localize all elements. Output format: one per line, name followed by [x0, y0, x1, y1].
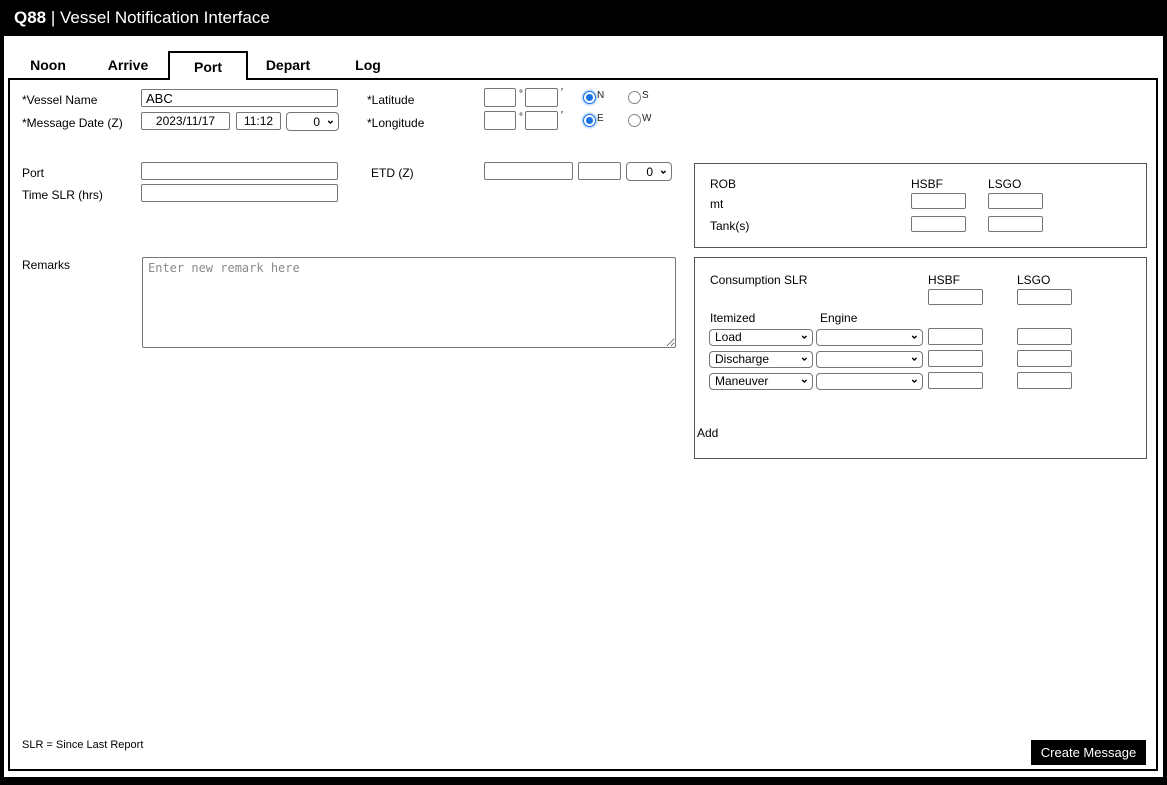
tab-log[interactable]: Log: [328, 51, 408, 80]
engine-select-wrap: ⌄: [816, 350, 923, 368]
tab-noon[interactable]: Noon: [8, 51, 88, 80]
port-form-panel: *Vessel Name *Message Date (Z) 0 ⌄ *Lati…: [8, 78, 1158, 771]
latitude-degree-symbol: °: [519, 89, 523, 100]
engine-header: Engine: [820, 311, 858, 325]
message-tz-select[interactable]: 0: [286, 112, 339, 131]
message-time-input[interactable]: [236, 112, 281, 130]
longitude-west-option: W: [628, 113, 652, 127]
rob-tanks-lsgo-input[interactable]: [988, 216, 1043, 232]
consumption-total-hsbf-input[interactable]: [928, 289, 983, 305]
vessel-name-input[interactable]: [141, 89, 338, 107]
itemized-select-row1[interactable]: Load: [709, 328, 813, 346]
latitude-north-label: N: [597, 90, 605, 101]
consumption-title: Consumption SLR: [710, 273, 808, 287]
consumption-row3-lsgo-input[interactable]: [1017, 372, 1072, 389]
tab-bar: Noon Arrive Port Depart Log: [8, 51, 408, 80]
latitude-south-label: S: [642, 90, 649, 101]
port-label: Port: [22, 166, 45, 180]
latitude-minutes-input[interactable]: [525, 88, 558, 107]
title-separator: |: [46, 8, 61, 27]
message-date-input[interactable]: [141, 112, 230, 130]
itemized-select-row2[interactable]: Discharge: [709, 350, 813, 368]
rob-lsgo-header: LSGO: [988, 177, 1022, 191]
rob-mt-hsbf-input[interactable]: [911, 193, 966, 209]
message-date-label: *Message Date (Z): [22, 116, 123, 130]
latitude-south-option: S: [628, 90, 649, 104]
engine-select-wrap: ⌄: [816, 328, 923, 346]
etd-tz-select-wrap: 0 ⌄: [626, 162, 672, 181]
consumption-lsgo-header: LSGO: [1017, 273, 1051, 287]
consumption-total-lsgo-input[interactable]: [1017, 289, 1072, 305]
message-tz-select-wrap: 0 ⌄: [286, 112, 339, 131]
create-message-button[interactable]: Create Message: [1031, 740, 1146, 765]
remarks-textarea[interactable]: [142, 257, 676, 348]
slr-legend: SLR = Since Last Report: [22, 739, 144, 751]
itemized-header: Itemized: [710, 311, 756, 325]
rob-mt-label: mt: [710, 197, 724, 211]
consumption-row1-hsbf-input[interactable]: [928, 328, 983, 345]
consumption-slr-panel: Consumption SLR HSBF LSGO Itemized Engin…: [694, 257, 1147, 459]
consumption-hsbf-header: HSBF: [928, 273, 961, 287]
rob-tanks-hsbf-input[interactable]: [911, 216, 966, 232]
engine-select-wrap: ⌄: [816, 372, 923, 390]
itemized-select-wrap: Maneuver ⌄: [709, 372, 813, 390]
longitude-label: *Longitude: [367, 116, 425, 130]
work-area: Noon Arrive Port Depart Log *Vessel Name…: [4, 36, 1163, 777]
latitude-south-radio[interactable]: [628, 91, 641, 104]
etd-time-input[interactable]: [578, 162, 621, 180]
latitude-north-option: N: [583, 90, 605, 104]
etd-date-input[interactable]: [484, 162, 573, 180]
rob-mt-lsgo-input[interactable]: [988, 193, 1043, 209]
tab-arrive[interactable]: Arrive: [88, 51, 168, 80]
longitude-minute-symbol: ′: [561, 110, 563, 121]
consumption-row2-hsbf-input[interactable]: [928, 350, 983, 367]
latitude-degrees-input[interactable]: [484, 88, 516, 107]
engine-select-row3[interactable]: [816, 372, 923, 390]
port-input[interactable]: [141, 162, 338, 180]
engine-select-row2[interactable]: [816, 350, 923, 368]
etd-label: ETD (Z): [371, 166, 414, 180]
itemized-select-row3[interactable]: Maneuver: [709, 372, 813, 390]
remarks-label: Remarks: [22, 258, 71, 272]
consumption-row1-lsgo-input[interactable]: [1017, 328, 1072, 345]
app-window: Q88 | Vessel Notification Interface Noon…: [0, 0, 1167, 785]
vessel-name-label: *Vessel Name: [22, 93, 98, 107]
longitude-west-radio[interactable]: [628, 114, 641, 127]
etd-tz-select[interactable]: 0: [626, 162, 672, 181]
latitude-minute-symbol: ′: [561, 87, 563, 98]
title-label: Vessel Notification Interface: [60, 8, 270, 27]
latitude-label: *Latitude: [367, 93, 415, 107]
title-bar: Q88 | Vessel Notification Interface: [0, 0, 1167, 36]
time-slr-label: Time SLR (hrs): [22, 188, 103, 202]
longitude-minutes-input[interactable]: [525, 111, 558, 130]
longitude-west-label: W: [642, 113, 652, 124]
itemized-select-wrap: Discharge ⌄: [709, 350, 813, 368]
consumption-row2-lsgo-input[interactable]: [1017, 350, 1072, 367]
page-title: Q88 | Vessel Notification Interface: [14, 8, 270, 28]
longitude-degrees-input[interactable]: [484, 111, 516, 130]
rob-title: ROB: [710, 177, 737, 191]
latitude-north-radio[interactable]: [583, 91, 596, 104]
time-slr-input[interactable]: [141, 184, 338, 202]
rob-panel: ROB HSBF LSGO mt Tank(s): [694, 163, 1147, 248]
rob-tanks-label: Tank(s): [710, 219, 750, 233]
longitude-east-radio[interactable]: [583, 114, 596, 127]
longitude-degree-symbol: °: [519, 112, 523, 123]
add-consumption-row-link[interactable]: Add: [695, 426, 721, 440]
brand-logo: Q88: [14, 8, 47, 27]
tab-depart[interactable]: Depart: [248, 51, 328, 80]
consumption-row3-hsbf-input[interactable]: [928, 372, 983, 389]
itemized-select-wrap: Load ⌄: [709, 328, 813, 346]
longitude-east-label: E: [597, 113, 604, 124]
engine-select-row1[interactable]: [816, 328, 923, 346]
rob-hsbf-header: HSBF: [911, 177, 944, 191]
longitude-east-option: E: [583, 113, 604, 127]
tab-port[interactable]: Port: [168, 51, 248, 80]
